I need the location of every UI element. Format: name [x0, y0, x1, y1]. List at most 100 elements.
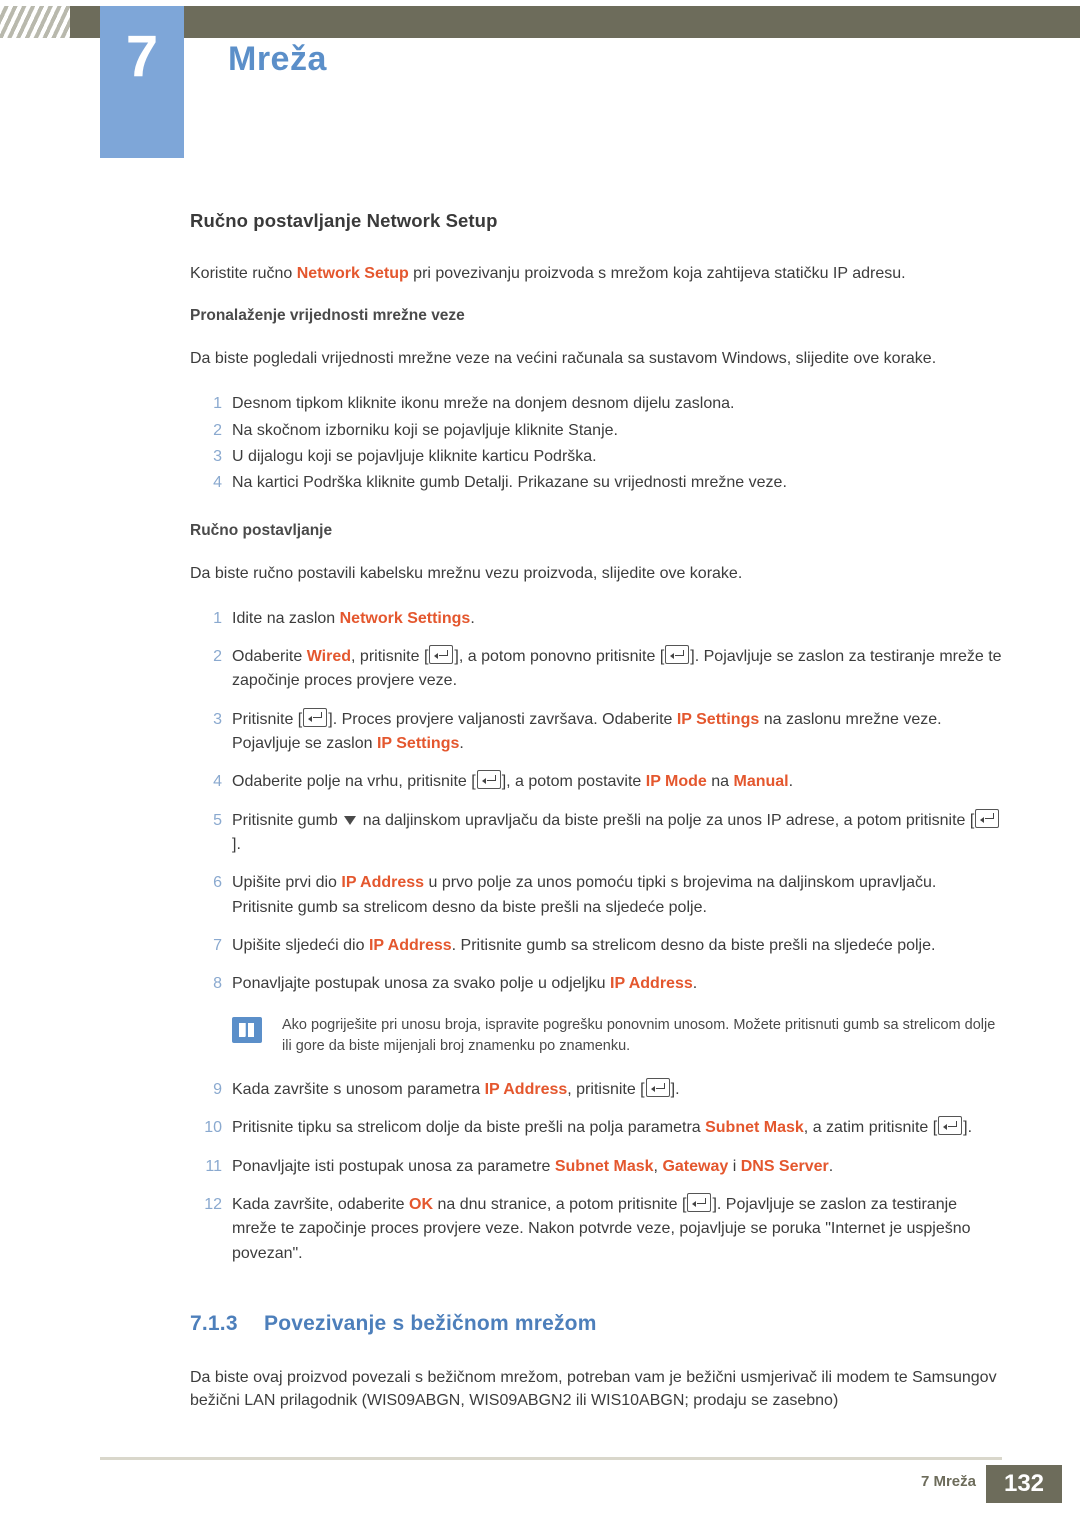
- section-7-1-3-paragraph: Da biste ovaj proizvod povezali s bežičn…: [190, 1368, 997, 1410]
- note-text: Ako pogriješite pri unosu broja, ispravi…: [282, 1016, 996, 1055]
- step-item: 11 Ponavljajte isti postupak unosa za par…: [190, 1155, 1002, 1179]
- section-heading-text: Povezivanje s bežičnom mrežom: [264, 1311, 597, 1335]
- steps-list-find-values: 1 Desnom tipkom kliknite ikonu mreže na d…: [190, 392, 1002, 495]
- enter-key-icon: [687, 1193, 712, 1212]
- step-text: Idite na zaslon: [232, 609, 340, 627]
- footer-page-number: 132: [986, 1465, 1062, 1503]
- menu-term-highlight: Gateway: [662, 1157, 729, 1175]
- step-text: na dnu stranice, a potom pritisnite [: [433, 1196, 687, 1213]
- step-text: , pritisnite [: [351, 648, 429, 666]
- steps-list-manual-setup-part2: 9 Kada završite s unosom parametra IP Add…: [190, 1078, 1002, 1266]
- note-box: Ako pogriješite pri unosu broja, ispravi…: [232, 1015, 1002, 1059]
- chapter-number-block: 7: [100, 6, 184, 158]
- step-item: 1 Idite na zaslon Network Settings.: [190, 607, 1002, 631]
- step-text: ]. Proces provjere valjanosti završava. …: [328, 710, 677, 728]
- menu-term-highlight: IP Settings: [376, 735, 460, 753]
- step-text: Pritisnite gumb: [232, 811, 343, 829]
- menu-term-highlight: IP Address: [341, 874, 425, 892]
- step-text: na: [706, 773, 734, 791]
- step-text: ], a potom postavite: [501, 773, 646, 791]
- step-text: Na skočnom izborniku koji se pojavljuje …: [232, 421, 618, 439]
- intro-text-a: Koristite ručno: [190, 265, 297, 282]
- section-number: 7.1.3: [190, 1311, 238, 1335]
- step-text: ], a potom ponovno pritisnite [: [454, 648, 665, 666]
- step-number: 8: [213, 975, 222, 993]
- subsection-title-manual-setup: Ručno postavljanje: [190, 521, 333, 539]
- step-item: 9 Kada završite s unosom parametra IP Add…: [190, 1078, 1002, 1102]
- step-item: 1 Desnom tipkom kliknite ikonu mreže na d…: [190, 392, 1002, 416]
- intro-highlight: Network Setup: [296, 265, 409, 282]
- enter-key-icon: [938, 1116, 963, 1136]
- step-text: .: [459, 735, 464, 753]
- step-number: 2: [213, 421, 222, 439]
- step-text: .: [470, 609, 475, 627]
- step-text: i: [728, 1157, 741, 1175]
- page-footer: 7 Mreža 132: [0, 1451, 1080, 1527]
- step-number: 1: [213, 395, 222, 413]
- menu-term-highlight: Subnet Mask: [705, 1119, 804, 1137]
- step-item: 4 Odaberite polje na vrhu, pritisnite [],…: [190, 770, 1002, 794]
- enter-key-icon: [476, 770, 501, 790]
- step-number: 10: [204, 1119, 222, 1137]
- step-text: Ponavljajte postupak unosa za svako polj…: [232, 975, 611, 993]
- step-item: 5 Pritisnite gumb na daljinskom upravljač…: [190, 808, 1002, 858]
- step-text: .: [788, 773, 794, 791]
- menu-term-highlight: IP Settings: [676, 710, 760, 728]
- step-text: ].: [963, 1119, 973, 1137]
- menu-term-highlight: IP Mode: [645, 773, 707, 791]
- step-text: ].: [232, 836, 241, 853]
- footer-divider: [100, 1457, 1002, 1460]
- menu-term-highlight: Subnet Mask: [554, 1157, 654, 1175]
- footer-chapter-label: 7 Mreža: [920, 1473, 976, 1490]
- menu-term-highlight: DNS Server: [740, 1157, 829, 1175]
- step-number: 6: [213, 874, 222, 892]
- step-number: 1: [213, 609, 222, 627]
- step-item: 2 Odaberite Wired, pritisnite [], a potom…: [190, 645, 1002, 694]
- step-text: Upišite sljedeći dio: [232, 936, 369, 954]
- step-text: .: [692, 975, 698, 993]
- chapter-number: 7: [125, 24, 159, 89]
- enter-key-icon: [665, 645, 690, 665]
- subsection-lead-find-values: Da biste pogledali vrijednosti mrežne ve…: [190, 350, 937, 368]
- step-number: 7: [213, 936, 222, 954]
- header-hatch-decoration: [0, 6, 70, 38]
- step-text: , a zatim pritisnite [: [803, 1119, 938, 1137]
- page-header: 7 Mreža: [0, 0, 1080, 172]
- enter-key-icon: [975, 808, 1000, 828]
- menu-term-highlight: IP Address: [484, 1081, 568, 1099]
- subsection-lead-manual-setup: Da biste ručno postavili kabelsku mrežnu…: [190, 564, 743, 582]
- step-text: .: [828, 1157, 834, 1175]
- step-item: 4 Na kartici Podrška kliknite gumb Detalj…: [190, 471, 1002, 495]
- step-item: 3 U dijalogu koji se pojavljuje kliknite …: [190, 445, 1002, 469]
- section-intro-paragraph: Koristite ručno Network Setup pri povezi…: [190, 262, 1002, 285]
- note-icon: [232, 1016, 262, 1043]
- step-text: U dijalogu koji se pojavljuje kliknite k…: [232, 448, 597, 465]
- step-number: 5: [213, 811, 222, 829]
- menu-term-highlight: Manual: [733, 773, 789, 791]
- step-item: 12 Kada završite, odaberite OK na dnu str…: [190, 1193, 1002, 1266]
- step-text: Kada završite, odaberite: [232, 1196, 409, 1213]
- step-text: na daljinskom upravljaču da biste prešli…: [358, 811, 975, 829]
- step-text: Pritisnite tipku sa strelicom dolje da b…: [232, 1119, 706, 1137]
- step-item: 7 Upišite sljedeći dio IP Address. Pritis…: [190, 934, 1002, 958]
- step-number: 12: [204, 1196, 222, 1213]
- step-number: 2: [213, 648, 222, 666]
- step-number: 4: [213, 773, 222, 791]
- step-text: Na kartici Podrška kliknite gumb Detalji…: [232, 474, 787, 492]
- step-item: 2 Na skočnom izborniku koji se pojavljuje…: [190, 419, 1002, 443]
- step-text: Ponavljajte isti postupak unosa za param…: [232, 1157, 555, 1175]
- arrow-down-icon: [344, 815, 357, 825]
- intro-text-b: pri povezivanju proizvoda s mrežom koja …: [408, 265, 906, 282]
- step-text: Upišite prvi dio: [232, 874, 342, 892]
- step-item: 10 Pritisnite tipku sa strelicom dolje da…: [190, 1116, 1002, 1140]
- subsection-title-find-values: Pronalaženje vrijednosti mrežne veze: [190, 307, 465, 325]
- section-title: Ručno postavljanje Network Setup: [190, 210, 498, 231]
- enter-key-icon: [429, 645, 454, 665]
- step-item: 8 Ponavljajte postupak unosa za svako pol…: [190, 972, 1002, 996]
- step-text: Pritisnite [: [232, 710, 303, 728]
- step-text: Odaberite: [232, 648, 307, 666]
- step-number: 11: [205, 1157, 222, 1175]
- step-number: 4: [213, 474, 222, 492]
- menu-term-highlight: OK: [409, 1196, 433, 1213]
- step-text: Kada završite s unosom parametra: [232, 1081, 485, 1099]
